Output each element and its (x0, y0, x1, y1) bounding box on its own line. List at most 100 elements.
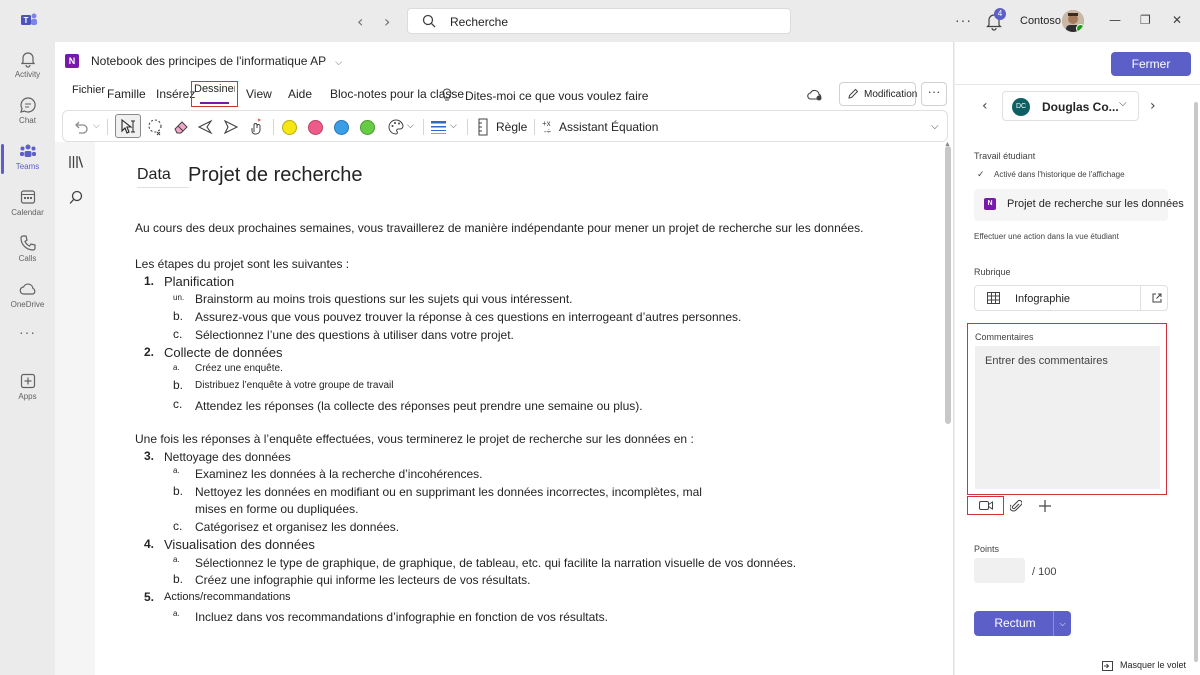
tab-aide[interactable]: Aide (288, 87, 312, 101)
rail-item-activity[interactable]: Activity (0, 46, 55, 92)
next-student-icon[interactable]: › (1150, 98, 1156, 114)
stroke-thickness-icon[interactable] (429, 117, 449, 137)
step-title[interactable]: Visualisation des données (164, 537, 315, 552)
thickness-dropdown-icon[interactable]: ⌵ (450, 120, 457, 131)
sub-mark: a. (173, 555, 180, 564)
more-options-icon[interactable]: ··· (955, 12, 972, 28)
pen-color-pink[interactable] (308, 120, 323, 135)
list-item[interactable]: Créez une enquête. (195, 363, 283, 374)
search-input[interactable]: Recherche (407, 8, 791, 34)
step-title[interactable]: Planification (164, 274, 234, 289)
intro-paragraph[interactable]: Au cours des deux prochaines semaines, v… (135, 221, 863, 235)
close-button[interactable]: Fermer (1111, 52, 1191, 76)
rail-item-onedrive[interactable]: OneDrive (0, 276, 55, 322)
color-palette-icon[interactable] (386, 117, 406, 137)
list-item[interactable]: Sélectionnez le type de graphique, de gr… (195, 556, 796, 570)
student-selector[interactable]: DC Douglas Co... ⌵ (1002, 91, 1139, 121)
step-title[interactable]: Collecte de données (164, 345, 283, 360)
modification-button[interactable]: Modification (839, 82, 917, 106)
rail-item-calls[interactable]: Calls (0, 230, 55, 276)
page-scrollbar[interactable] (945, 146, 951, 424)
close-window-icon[interactable]: ✕ (1172, 13, 1182, 27)
minimize-icon[interactable]: — (1109, 13, 1121, 27)
sub-mark: c. (173, 519, 183, 533)
rail-item-apps[interactable]: Apps (0, 368, 55, 414)
rail-item-calendar[interactable]: Calendar (0, 184, 55, 230)
tab-fichier[interactable]: Fichier (72, 84, 105, 96)
step-title[interactable]: Nettoyage des données (164, 450, 291, 464)
list-item[interactable]: mises en forme ou dupliquées. (195, 502, 358, 516)
org-name[interactable]: Contoso (1020, 15, 1061, 27)
add-icon[interactable] (1039, 500, 1051, 512)
eraser-icon[interactable] (171, 117, 191, 137)
undo-dropdown-icon[interactable]: ⌵ (93, 120, 100, 131)
forward-arrow-icon[interactable]: › (384, 12, 390, 31)
list-item[interactable]: Assurez-vous que vous pouvez trouver la … (195, 310, 741, 324)
list-item[interactable]: Créez une infographie qui informe les le… (195, 573, 531, 587)
rail-item-chat[interactable]: Chat (0, 92, 55, 138)
steps-intro[interactable]: Les étapes du projet sont les suivantes … (135, 257, 349, 271)
record-video-button[interactable] (967, 496, 1004, 515)
collapse-ribbon-icon[interactable]: ⌵ (931, 121, 939, 132)
lasso-select-icon[interactable] (145, 117, 165, 137)
undo-icon[interactable] (71, 117, 91, 137)
ruler-label[interactable]: Règle (496, 120, 527, 134)
list-item[interactable]: Nettoyez les données en modifiant ou en … (195, 485, 702, 499)
list-item[interactable]: Catégorisez et organisez les données. (195, 520, 399, 534)
restore-icon[interactable]: ❐ (1140, 13, 1151, 27)
equation-icon[interactable]: +x-÷ (540, 117, 560, 137)
equation-label[interactable]: Assistant Équation (559, 120, 658, 134)
highlighter-tool-icon[interactable] (221, 117, 241, 137)
tab-inserez[interactable]: Insérez (156, 87, 195, 101)
work-title: Projet de recherche sur les données (1007, 198, 1184, 210)
back-arrow-icon[interactable]: ‹ (357, 12, 363, 31)
more-apps-icon[interactable]: ··· (0, 324, 55, 350)
after-intro[interactable]: Une fois les réponses à l’enquête effect… (135, 432, 694, 446)
search-icon (422, 14, 436, 28)
tab-dessiner[interactable]: Dessiner (191, 81, 238, 107)
hide-pane-button[interactable]: Masquer le volet (1102, 660, 1186, 671)
tab-view[interactable]: View (246, 87, 272, 101)
return-options-chevron-icon[interactable]: ⌵ (1053, 611, 1071, 636)
pen-tool-icon[interactable] (196, 117, 216, 137)
sub-mark: a. (173, 609, 180, 618)
palette-dropdown-icon[interactable]: ⌵ (407, 120, 414, 131)
list-item[interactable]: Incluez dans vos recommandations d’infog… (195, 610, 608, 624)
paperclip-icon[interactable] (1010, 499, 1022, 513)
ruler-icon[interactable] (473, 117, 493, 137)
list-item[interactable]: Sélectionnez l’une des questions à utili… (195, 328, 514, 342)
lasso-select-cursor-icon[interactable] (118, 117, 138, 137)
comments-input[interactable]: Entrer des commentaires (975, 346, 1160, 489)
rail-item-teams[interactable]: Teams (0, 138, 55, 184)
search-notes-icon[interactable] (68, 190, 84, 206)
pen-color-blue[interactable] (334, 120, 349, 135)
pencil-icon (848, 88, 859, 99)
tell-me-search[interactable]: Dites-moi ce que vous voulez faire (465, 89, 648, 103)
pen-color-yellow[interactable] (282, 120, 297, 135)
list-item[interactable]: Attendez les réponses (la collecte des r… (195, 399, 643, 413)
previous-student-icon[interactable]: ‹ (982, 98, 988, 114)
panel-scrollbar[interactable] (1194, 102, 1198, 662)
app-rail: Activity Chat Teams Calendar Calls OneDr… (0, 42, 55, 675)
step-title[interactable]: Actions/recommandations (164, 591, 291, 603)
more-options-button[interactable]: ··· (921, 82, 947, 106)
open-external-icon[interactable] (1151, 292, 1163, 304)
user-avatar[interactable] (1062, 10, 1084, 32)
points-input[interactable] (974, 558, 1025, 583)
notebook-title[interactable]: Notebook des principes de l'informatique… (91, 54, 342, 68)
list-item[interactable]: Distribuez l’enquête à votre groupe de t… (195, 380, 393, 391)
ink-to-shape-icon[interactable] (246, 117, 266, 137)
return-button[interactable]: Rectum (974, 611, 1056, 636)
notebooks-icon[interactable] (68, 154, 84, 170)
comments-label: Commentaires (975, 332, 1034, 342)
sync-status-icon[interactable] (807, 88, 823, 102)
page-title[interactable]: Projet de recherche (188, 164, 363, 187)
list-item[interactable]: Examinez les données à la recherche d’in… (195, 467, 483, 481)
rubric-item[interactable]: Infographie (974, 285, 1168, 311)
list-item[interactable]: Brainstorm au moins trois questions sur … (195, 292, 573, 306)
pen-color-green[interactable] (360, 120, 375, 135)
page-tag: Data (137, 166, 189, 188)
student-work-item[interactable]: N Projet de recherche sur les données (974, 189, 1184, 221)
sub-mark: b. (173, 572, 184, 586)
tab-famille[interactable]: Famille (107, 87, 146, 101)
